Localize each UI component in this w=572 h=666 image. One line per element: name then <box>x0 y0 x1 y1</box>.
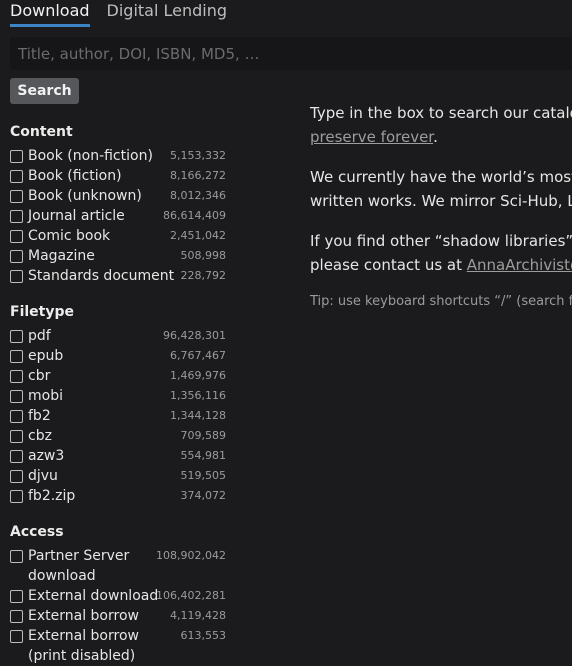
preserve-forever-link[interactable]: preserve forever <box>310 128 433 146</box>
checkbox[interactable] <box>10 430 23 443</box>
filter-label: pdf <box>28 328 51 344</box>
checkbox[interactable] <box>10 190 23 203</box>
checkbox[interactable] <box>10 590 23 603</box>
filter-label: Book (fiction) <box>28 168 122 184</box>
intro-line-2: preserve forever. <box>310 125 438 149</box>
checkbox[interactable] <box>10 370 23 383</box>
checkbox[interactable] <box>10 330 23 343</box>
checkbox[interactable] <box>10 550 23 563</box>
checkbox[interactable] <box>10 410 23 423</box>
filter-count: 613,553 <box>180 629 227 642</box>
checkbox[interactable] <box>10 170 23 183</box>
checkbox[interactable] <box>10 350 23 363</box>
collection-line-1: We currently have the world’s most c <box>310 168 572 186</box>
collection-line-2: written works. We mirror Sci-Hub, Lib <box>310 192 572 210</box>
filter-label: cbr <box>28 368 51 384</box>
filter-label: Book (non-fiction) <box>28 148 153 164</box>
checkbox[interactable] <box>10 490 23 503</box>
access-filter-title: Access <box>10 524 64 540</box>
filter-count: 228,792 <box>180 269 227 282</box>
filter-count: 6,767,467 <box>170 349 226 362</box>
intro-line-2-end: . <box>433 128 438 146</box>
filter-label: epub <box>28 348 64 364</box>
checkbox[interactable] <box>10 210 23 223</box>
checkbox[interactable] <box>10 250 23 263</box>
filter-label: fb2.zip <box>28 488 76 504</box>
top-tabs: Download Digital Lending <box>10 0 227 27</box>
filter-label: Partner Server download <box>28 548 130 584</box>
filter-label: Magazine <box>28 248 95 264</box>
contact-line-2: please contact us at AnnaArchivist@ <box>310 253 572 277</box>
search-button[interactable]: Search <box>10 78 79 104</box>
filter-label: azw3 <box>28 448 65 464</box>
filter-count: 1,469,976 <box>170 369 226 382</box>
filter-label: cbz <box>28 428 52 444</box>
filter-label: fb2 <box>28 408 51 424</box>
contact-line-1: If you find other “shadow libraries” t <box>310 232 572 250</box>
filter-label: External borrow (print disabled) <box>28 628 139 664</box>
filter-count: 508,998 <box>180 249 227 262</box>
filetype-filter-title: Filetype <box>10 304 74 320</box>
intro-line-1: Type in the box to search our catalog <box>310 104 572 122</box>
tab-download[interactable]: Download <box>10 0 90 27</box>
filter-label: External borrow <box>28 608 139 624</box>
checkbox[interactable] <box>10 610 23 623</box>
filter-label: Journal article <box>28 208 125 224</box>
filter-count: 519,505 <box>180 469 227 482</box>
content-filter-title: Content <box>10 124 73 140</box>
filter-count: 8,012,346 <box>170 189 226 202</box>
keyboard-shortcut-tip: Tip: use keyboard shortcuts “/” (search … <box>310 294 572 309</box>
filter-label: Comic book <box>28 228 111 244</box>
filter-count: 96,428,301 <box>163 329 226 342</box>
filter-count: 86,614,409 <box>163 209 226 222</box>
filter-count: 8,166,272 <box>170 169 226 182</box>
filter-label: mobi <box>28 388 63 404</box>
filter-count: 709,589 <box>180 429 227 442</box>
filter-count: 4,119,428 <box>170 609 226 622</box>
filter-count: 1,344,128 <box>170 409 226 422</box>
checkbox[interactable] <box>10 630 23 643</box>
filter-label: External download <box>28 588 159 604</box>
filter-count: 2,451,042 <box>170 229 226 242</box>
checkbox[interactable] <box>10 450 23 463</box>
filter-count: 108,902,042 <box>156 549 226 562</box>
contact-prefix: please contact us at <box>310 256 467 274</box>
search-input[interactable] <box>10 37 572 70</box>
filter-count: 5,153,332 <box>170 149 226 162</box>
checkbox[interactable] <box>10 270 23 283</box>
filter-label: Standards document <box>28 268 175 284</box>
filter-count: 1,356,116 <box>170 389 226 402</box>
checkbox[interactable] <box>10 150 23 163</box>
tab-digital-lending[interactable]: Digital Lending <box>107 0 228 27</box>
checkbox[interactable] <box>10 230 23 243</box>
filter-count: 106,402,281 <box>156 589 226 602</box>
contact-email-link[interactable]: AnnaArchivist@ <box>467 256 572 274</box>
checkbox[interactable] <box>10 390 23 403</box>
filter-count: 374,072 <box>180 489 227 502</box>
filter-label: djvu <box>28 468 58 484</box>
filter-label: Book (unknown) <box>28 188 142 204</box>
filter-count: 554,981 <box>180 449 227 462</box>
checkbox[interactable] <box>10 470 23 483</box>
